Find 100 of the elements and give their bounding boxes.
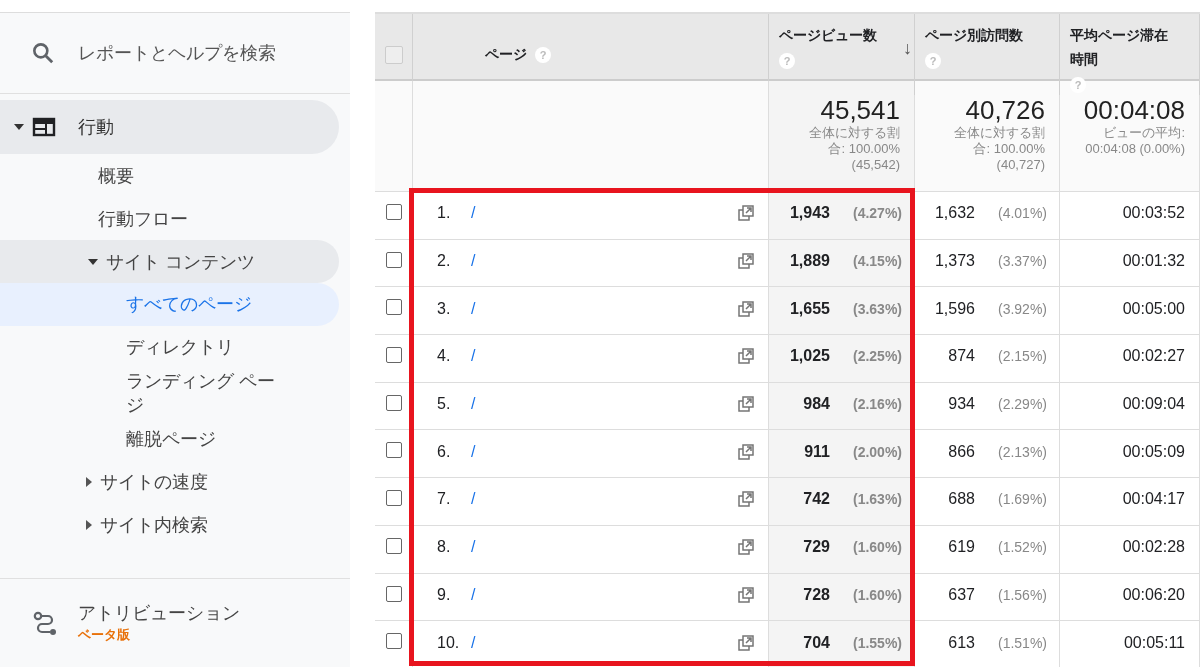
table-cell: 874: [948, 347, 975, 366]
row-checkbox[interactable]: [385, 490, 402, 507]
table-cell: 742: [803, 490, 830, 509]
table-cell: 1,373: [934, 252, 975, 271]
page-link[interactable]: /: [471, 299, 738, 318]
percent-text: (4.15%): [851, 253, 902, 270]
external-link-icon[interactable]: [738, 634, 754, 651]
table-cell: 00:03:52: [1122, 204, 1185, 223]
nav-item[interactable]: サイトの速度: [0, 460, 339, 504]
external-link-icon[interactable]: [738, 300, 754, 317]
external-link-icon[interactable]: [738, 396, 754, 413]
external-link-icon[interactable]: [738, 586, 754, 603]
table-cell: 00:09:04: [1122, 395, 1185, 414]
rank-number: 10.: [437, 633, 461, 652]
nav-item[interactable]: すべてのページ: [0, 283, 339, 326]
table-cell: 1,596: [934, 299, 975, 318]
table-cell: 00:05:11: [1123, 633, 1185, 652]
rank-number: 8.: [437, 538, 452, 557]
sort-arrow-icon[interactable]: ↓: [903, 36, 912, 60]
page-link[interactable]: /: [471, 442, 738, 461]
table-cell: 1,025: [789, 347, 830, 366]
rank-number: 5.: [437, 395, 452, 414]
nav-item[interactable]: 離脱ページ: [0, 417, 339, 461]
table-cell: 1,632: [934, 204, 975, 223]
percent-text: (3.37%): [996, 253, 1047, 270]
column-header[interactable]: 平均ページ滞在時間: [1070, 23, 1175, 71]
search-icon[interactable]: [30, 40, 56, 66]
page-link[interactable]: /: [471, 585, 738, 604]
table-cell: 00:04:17: [1122, 490, 1185, 509]
page-link[interactable]: /: [471, 347, 738, 366]
caret-icon: [86, 477, 92, 488]
total-value: 45,541: [820, 95, 900, 125]
percent-text: (1.52%): [996, 539, 1047, 556]
row-checkbox[interactable]: [385, 442, 402, 459]
nav-item[interactable]: ディレクトリ: [0, 326, 339, 369]
table-cell: 1,943: [789, 204, 830, 223]
row-checkbox[interactable]: [385, 585, 402, 602]
page-link[interactable]: /: [471, 538, 738, 557]
nav-item[interactable]: サイト コンテンツ: [0, 240, 339, 283]
external-link-icon[interactable]: [738, 205, 754, 222]
layout-icon: [32, 117, 56, 137]
page-link[interactable]: /: [471, 204, 738, 223]
row-checkbox[interactable]: [385, 299, 402, 316]
percent-text: (3.63%): [851, 300, 902, 317]
external-link-icon[interactable]: [738, 539, 754, 556]
rank-number: 9.: [437, 585, 452, 604]
percent-text: (2.25%): [851, 348, 902, 365]
page-link[interactable]: /: [471, 490, 738, 509]
caret-icon: [86, 520, 92, 531]
nav-item[interactable]: 行動フロー: [0, 197, 339, 240]
percent-text: (3.92%): [996, 300, 1047, 317]
nav-item[interactable]: 概要: [0, 154, 339, 197]
search-field[interactable]: レポートとヘルプを検索: [78, 42, 308, 64]
column-header[interactable]: ページビュー数: [779, 23, 890, 47]
row-checkbox[interactable]: [385, 537, 402, 554]
nav-item[interactable]: サイト内検索: [0, 503, 339, 547]
total-value: 00:04:08: [1083, 95, 1185, 125]
external-link-icon[interactable]: [738, 491, 754, 508]
rank-number: 6.: [437, 442, 452, 461]
external-link-icon[interactable]: [738, 443, 754, 460]
table-cell: 00:06:20: [1122, 585, 1185, 604]
percent-text: (2.15%): [996, 348, 1047, 365]
rank-number: 4.: [437, 347, 452, 366]
column-header[interactable]: ページ別訪問数: [925, 23, 1035, 47]
table-cell: 00:05:00: [1122, 299, 1185, 318]
beta-label: ベータ版: [78, 625, 131, 644]
row-checkbox[interactable]: [385, 394, 402, 411]
total-note: 全体に対する割合: 100.00% (40,727): [953, 125, 1045, 173]
percent-text: (1.63%): [851, 491, 902, 508]
percent-text: (1.60%): [851, 586, 902, 603]
table-cell: 613: [948, 633, 975, 652]
nav-item[interactable]: ランディング ページ: [0, 369, 339, 418]
page-link[interactable]: /: [471, 633, 738, 652]
table-cell: 1,655: [789, 299, 830, 318]
table-cell: 00:02:28: [1122, 538, 1185, 557]
page-link[interactable]: /: [471, 395, 738, 414]
table-cell: 1,889: [789, 252, 830, 271]
rank-number: 7.: [437, 490, 452, 509]
page-link[interactable]: /: [471, 252, 738, 271]
table-cell: 984: [803, 395, 830, 414]
caret-icon: [88, 258, 98, 265]
percent-text: (2.13%): [996, 443, 1047, 460]
rank-number: 1.: [437, 204, 452, 223]
row-checkbox[interactable]: [385, 204, 402, 220]
row-checkbox[interactable]: [385, 347, 402, 364]
external-link-icon[interactable]: [738, 253, 754, 270]
total-value: 40,726: [965, 95, 1045, 125]
row-checkbox[interactable]: [385, 633, 402, 650]
nav-label[interactable]: アトリビューション: [78, 602, 243, 626]
row-checkbox[interactable]: [385, 251, 402, 268]
nav-item[interactable]: 行動: [0, 100, 339, 154]
percent-text: (2.29%): [996, 396, 1047, 413]
table-cell: 619: [948, 538, 975, 557]
rank-number: 2.: [437, 252, 452, 271]
caret-icon: [14, 124, 24, 130]
table-cell: 934: [948, 395, 975, 414]
column-header[interactable]: ページ: [485, 45, 527, 64]
table-cell: 00:05:09: [1122, 442, 1185, 461]
percent-text: (1.55%): [851, 634, 902, 651]
external-link-icon[interactable]: [738, 348, 754, 365]
